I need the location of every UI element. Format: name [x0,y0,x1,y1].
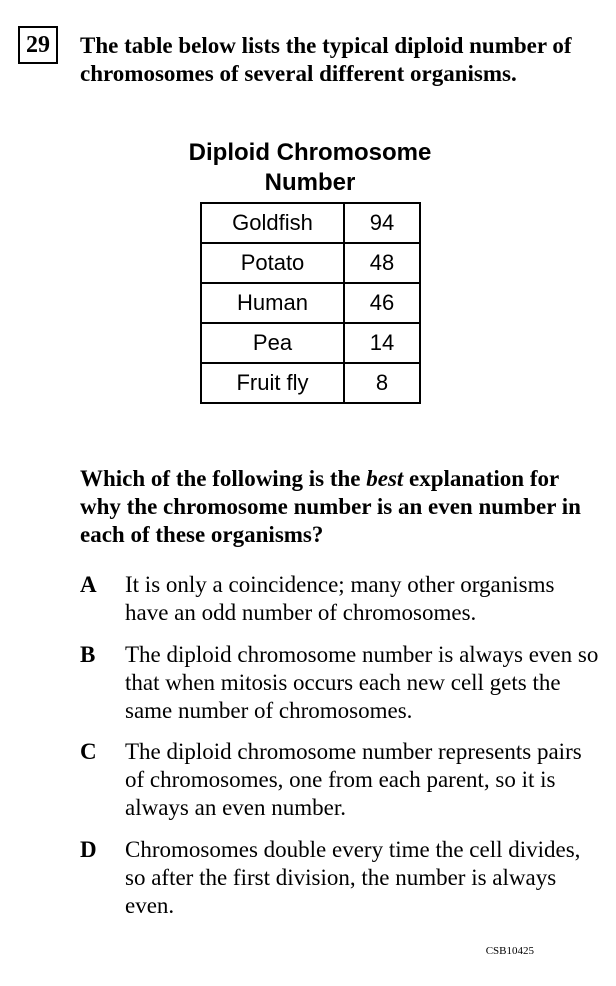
table-row: Goldfish 94 [200,202,421,244]
chromosome-number-cell: 48 [343,242,421,284]
option-letter: D [80,837,97,862]
table-row: Human 46 [200,282,421,324]
answer-option-b[interactable]: B The diploid chromosome number is alway… [80,641,600,725]
organism-cell: Potato [200,242,345,284]
option-text: It is only a coincidence; many other org… [125,572,555,625]
option-letter: B [80,642,96,667]
option-letter: A [80,572,97,597]
option-letter: C [80,739,97,764]
chromosome-table-section: Diploid Chromosome Number Goldfish 94 Po… [150,138,470,404]
option-text: The diploid chromosome number represents… [125,739,582,820]
option-text: Chromosomes double every time the cell d… [125,837,581,918]
organism-cell: Pea [200,322,345,364]
question-number: 29 [18,26,58,64]
question-prompt: Which of the following is the best expla… [80,465,600,549]
table-row: Pea 14 [200,322,421,364]
table-title: Diploid Chromosome Number [188,139,432,196]
organism-cell: Human [200,282,345,324]
chromosome-table: Goldfish 94 Potato 48 Human 46 Pea 14 Fr… [200,202,421,404]
chromosome-number-cell: 94 [343,202,421,244]
chromosome-number-cell: 8 [343,362,421,404]
organism-cell: Goldfish [200,202,345,244]
question-stem: The table below lists the typical diploi… [80,33,572,86]
chromosome-number-cell: 14 [343,322,421,364]
chromosome-number-cell: 46 [343,282,421,324]
answer-option-c[interactable]: C The diploid chromosome number represen… [80,738,600,822]
answer-option-d[interactable]: D Chromosomes double every time the cell… [80,836,600,920]
option-text: The diploid chromosome number is always … [125,642,599,723]
prompt-emphasis: best [366,466,404,491]
prompt-text: Which of the following is the [80,466,367,491]
table-row: Fruit fly 8 [200,362,421,404]
item-code: CSB10425 [485,945,534,957]
organism-cell: Fruit fly [200,362,345,404]
table-row: Potato 48 [200,242,421,284]
answer-option-a[interactable]: A It is only a coincidence; many other o… [80,571,600,627]
